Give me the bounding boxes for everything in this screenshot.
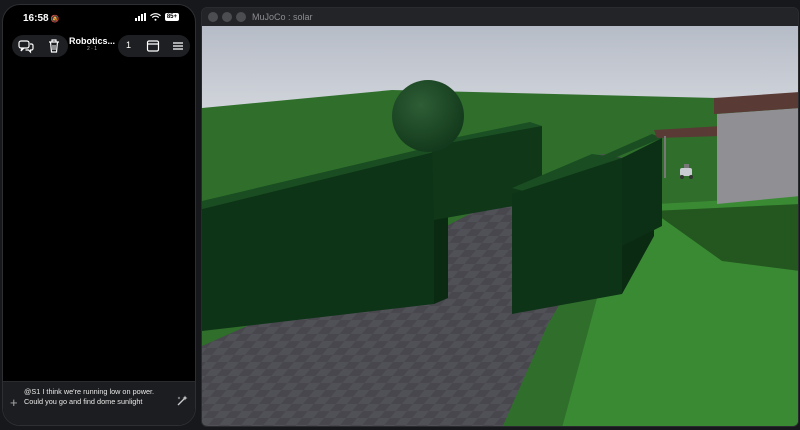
status-bar: 16:58 🔕 85+	[3, 5, 195, 31]
close-button[interactable]	[208, 12, 218, 22]
minimize-button[interactable]	[222, 12, 232, 22]
mujoco-window: MuJoCo : solar	[201, 7, 799, 427]
message-composer[interactable]: + @S1 I think we're running low on power…	[3, 381, 195, 425]
chat-title-text: Robotics...	[69, 36, 116, 46]
trash-icon[interactable]	[46, 38, 62, 54]
chat-participants: 2 · 1	[86, 46, 97, 52]
plus-icon[interactable]: +	[10, 395, 18, 410]
chat-title[interactable]: Robotics... 2 · 1	[69, 36, 115, 52]
zoom-button[interactable]	[236, 12, 246, 22]
tree	[392, 80, 464, 152]
sparkle-send-icon[interactable]	[175, 394, 189, 408]
bell-slash-icon: 🔕	[50, 16, 60, 23]
message-input[interactable]: @S1 I think we're running low on power. …	[24, 387, 174, 407]
status-time: 16:58 🔕	[23, 13, 59, 24]
phone-panel: 16:58 🔕 85+ Robotics... 2 · 1 1 + @S1 I …	[2, 4, 196, 426]
browser-window-icon[interactable]	[146, 39, 160, 53]
chat-bubbles-icon[interactable]	[18, 38, 34, 54]
clock-text: 16:58	[23, 13, 49, 24]
wifi-icon	[149, 13, 161, 21]
header-left-pill	[12, 35, 68, 57]
header-right-pill: 1	[118, 35, 190, 57]
window-titlebar[interactable]: MuJoCo : solar	[202, 8, 798, 26]
simulation-viewport[interactable]	[202, 26, 799, 427]
tab-count[interactable]: 1	[126, 40, 131, 50]
hamburger-menu-icon[interactable]	[171, 39, 185, 53]
cellular-signal-icon	[134, 13, 146, 21]
battery-indicator: 85+	[164, 13, 179, 21]
canopy-post	[664, 136, 666, 178]
building-wall	[717, 108, 798, 204]
window-title: MuJoCo : solar	[252, 12, 313, 22]
status-icons: 85+	[134, 13, 179, 21]
chat-header: Robotics... 2 · 1 1	[3, 35, 195, 57]
